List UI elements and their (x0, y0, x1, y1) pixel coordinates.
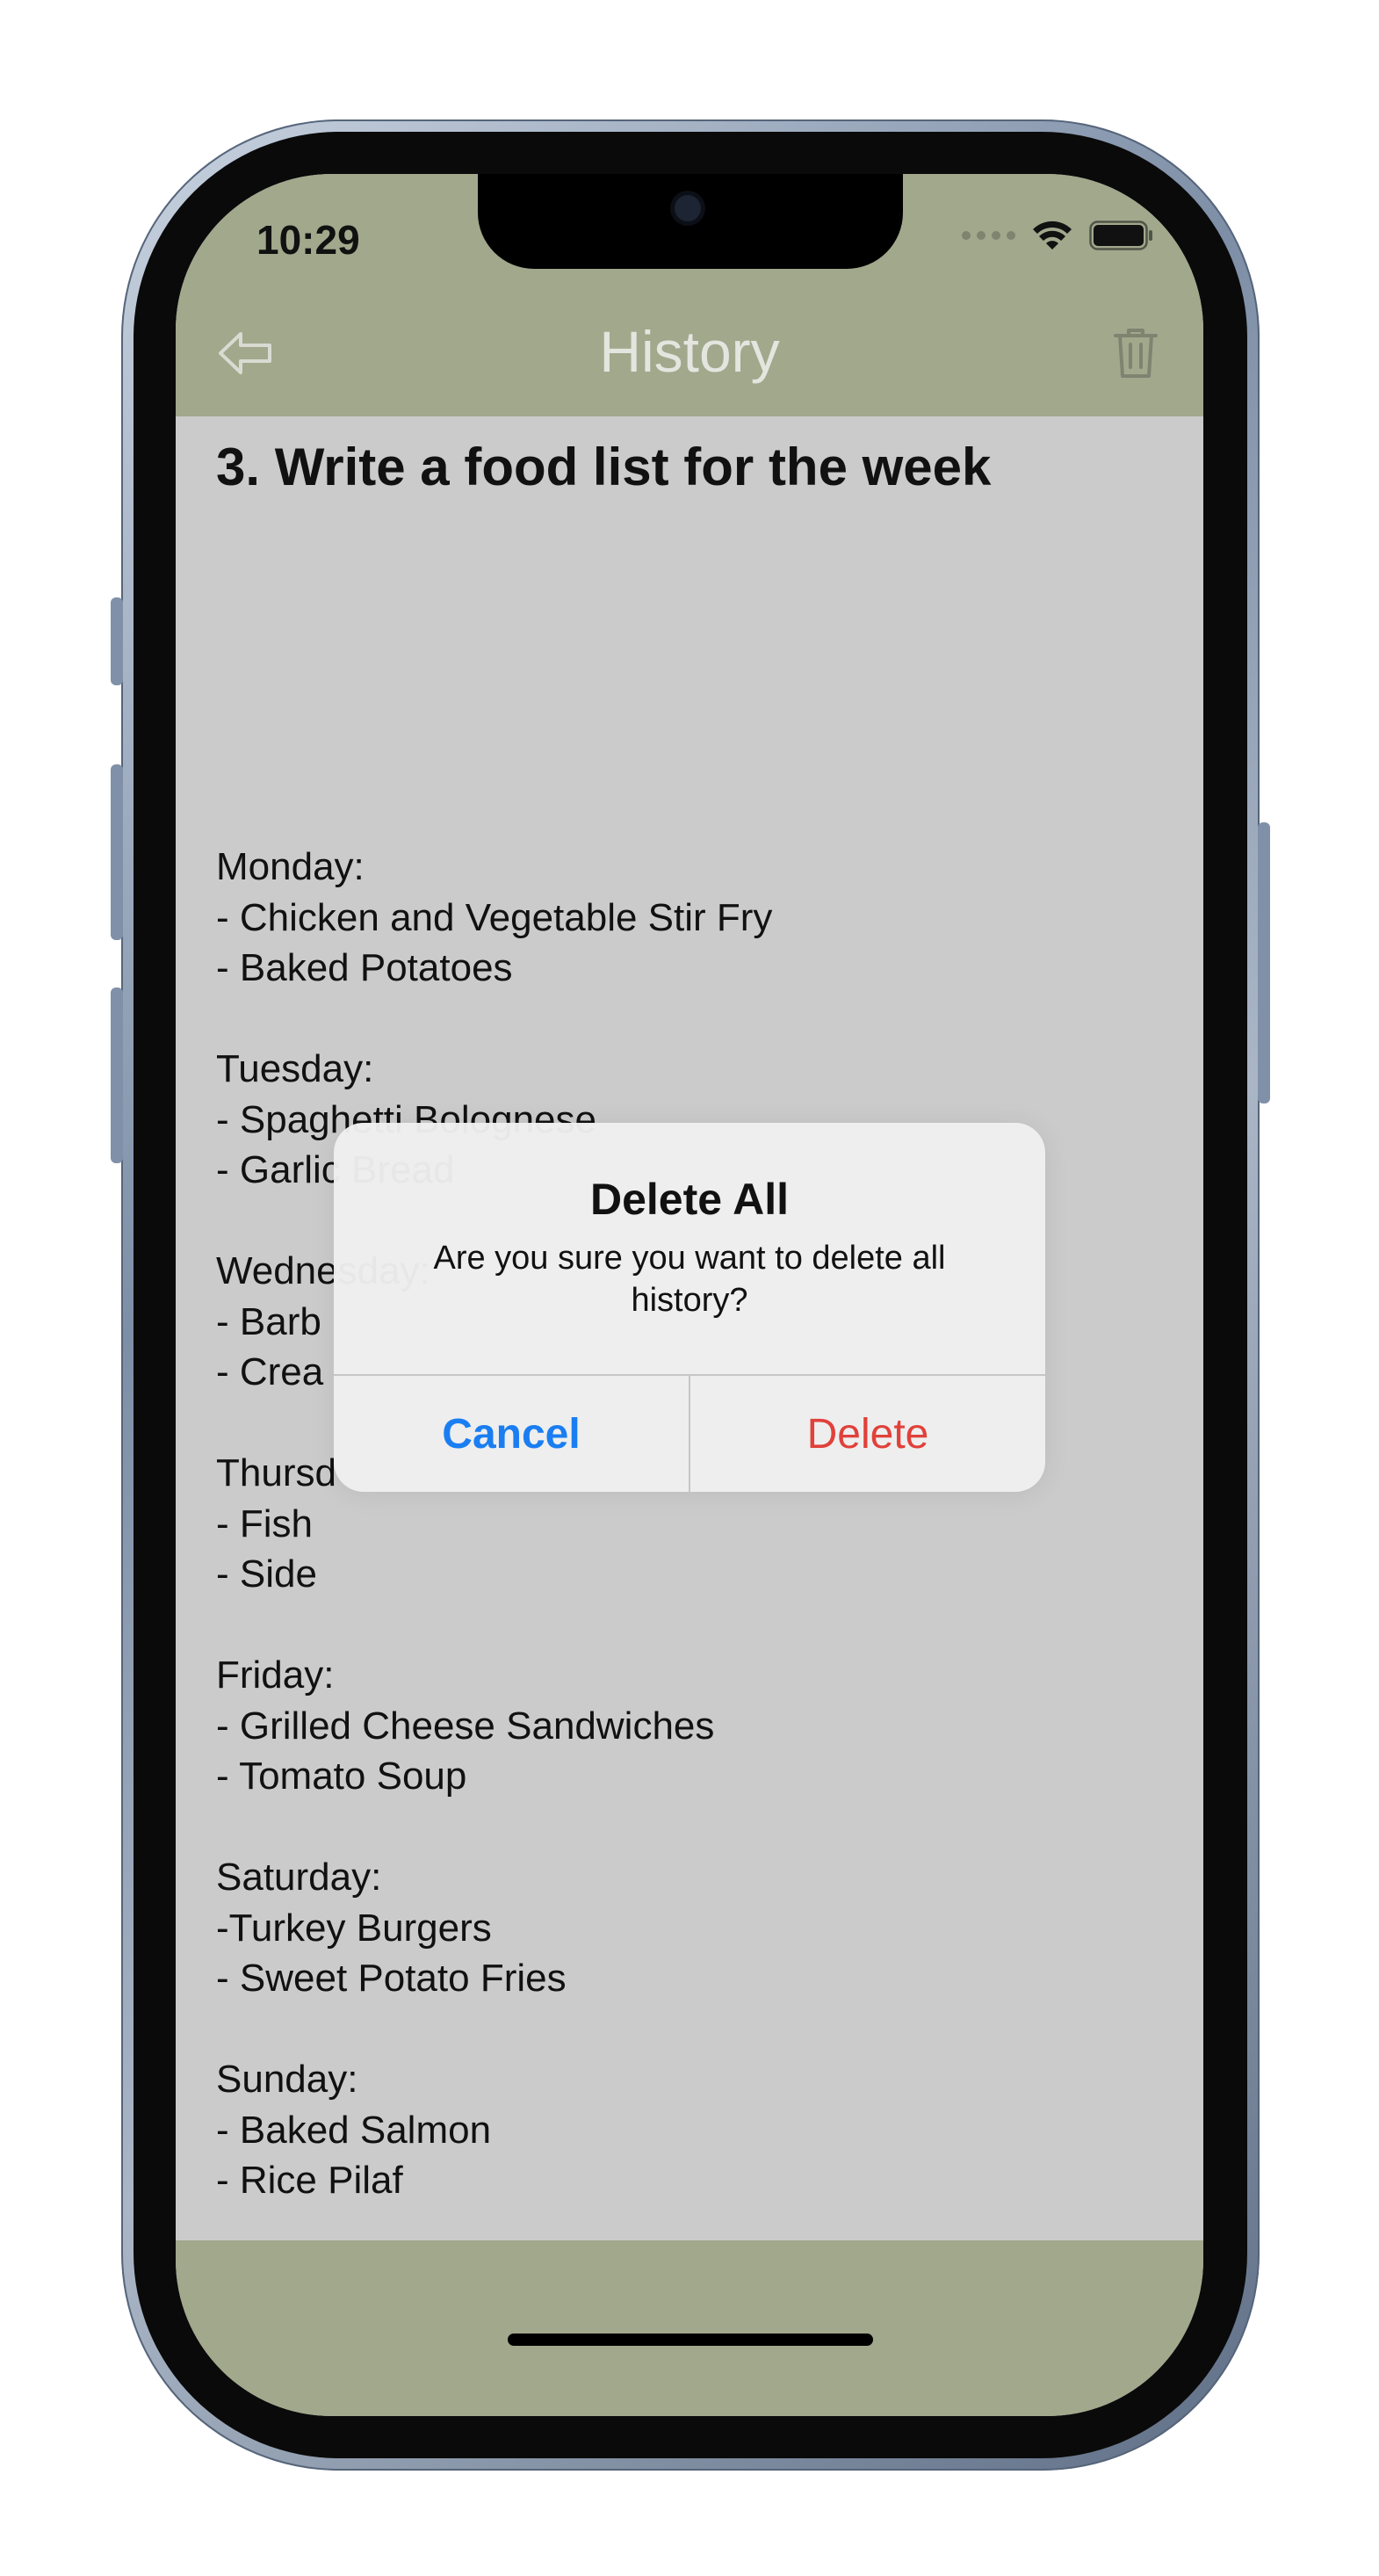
nav-header: 10:29 History (176, 174, 1203, 416)
volume-up-button (111, 764, 123, 940)
history-item-body: Monday: - Chicken and Vegetable Stir Fry… (216, 845, 773, 2202)
alert-title: Delete All (589, 1175, 789, 1224)
delete-all-alert: Delete All Are you sure you want to dele… (334, 1123, 1045, 1492)
wifi-icon (1033, 221, 1072, 250)
trash-icon (1114, 329, 1158, 378)
status-icons (962, 220, 1154, 251)
notch (478, 174, 903, 269)
alert-message: Are you sure you want to delete all hist… (433, 1240, 946, 1319)
screen: 10:29 History 3. Write a food list for t… (176, 174, 1203, 2416)
bottom-bar (176, 2240, 1203, 2416)
page-title: History (599, 319, 780, 384)
delete-all-button[interactable] (1112, 325, 1159, 380)
front-camera (675, 195, 701, 221)
battery-icon (1089, 221, 1152, 250)
delete-button[interactable]: Delete (690, 1376, 1045, 1492)
power-button (1258, 822, 1270, 1103)
home-indicator[interactable] (508, 2334, 873, 2346)
volume-down-button (111, 988, 123, 1163)
cellular-signal-icon (962, 231, 1015, 240)
silent-switch (111, 597, 123, 685)
history-item-title: 3. Write a food list for the week (216, 438, 992, 496)
cancel-button[interactable]: Cancel (334, 1376, 689, 1492)
status-time: 10:29 (256, 217, 360, 263)
